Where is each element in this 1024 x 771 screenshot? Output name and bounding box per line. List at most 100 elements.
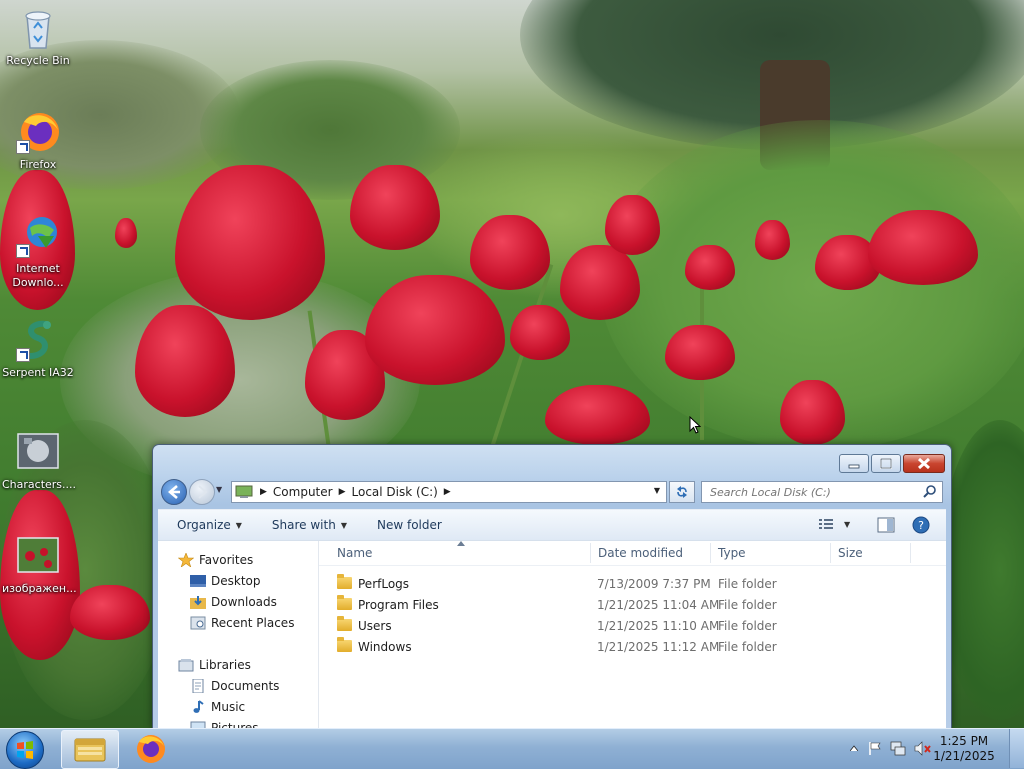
- maximize-button[interactable]: [871, 454, 901, 473]
- desktop-icon-characters[interactable]: Characters....: [2, 430, 77, 492]
- desktop-icon-image-file[interactable]: изображен...: [2, 534, 77, 596]
- desktop-icon-label: изображен...: [2, 582, 77, 595]
- column-divider[interactable]: [590, 543, 591, 563]
- folder-icon: [337, 574, 352, 589]
- file-row[interactable]: Windows 1/21/2025 11:12 AM File folder: [319, 637, 946, 658]
- explorer-content: Favorites Desktop Downloads Recent Place…: [158, 540, 946, 729]
- search-box[interactable]: [701, 481, 943, 503]
- column-header-row: Name Date modified Type Size: [319, 541, 946, 566]
- volume-muted-icon[interactable]: [914, 741, 932, 756]
- file-row[interactable]: Users 1/21/2025 11:10 AM File folder: [319, 616, 946, 637]
- change-view-button[interactable]: ▼: [818, 517, 850, 531]
- column-header-date-modified[interactable]: Date modified: [598, 546, 683, 560]
- forward-arrow-icon: [198, 485, 208, 499]
- desktop-icon-recycle-bin[interactable]: Recycle Bin: [2, 6, 74, 68]
- close-button[interactable]: [903, 454, 945, 473]
- address-dropdown-button[interactable]: ▼: [654, 486, 660, 495]
- recent-pages-dropdown[interactable]: ▼: [216, 485, 222, 494]
- column-header-size[interactable]: Size: [838, 546, 863, 560]
- star-icon: [178, 553, 194, 567]
- column-divider[interactable]: [910, 543, 911, 563]
- clock-date: 1/21/2025: [933, 749, 995, 763]
- nav-item-label: Music: [211, 700, 246, 714]
- restore-icon: [880, 458, 892, 469]
- file-row[interactable]: Program Files 1/21/2025 11:04 AM File fo…: [319, 595, 946, 616]
- file-type: File folder: [718, 619, 777, 633]
- explorer-window[interactable]: ▼ ▶ Computer ▶ Local Disk (C:) ▶ ▼ Organ…: [152, 444, 952, 729]
- breadcrumb-separator: ▶: [443, 487, 451, 497]
- navigation-pane: Favorites Desktop Downloads Recent Place…: [158, 541, 319, 729]
- nav-recent-places[interactable]: Recent Places: [190, 616, 294, 630]
- firefox-icon: [137, 735, 165, 763]
- address-bar[interactable]: ▶ Computer ▶ Local Disk (C:) ▶ ▼: [231, 481, 667, 503]
- nav-favorites-label: Favorites: [199, 553, 254, 567]
- folder-icon: [337, 637, 352, 652]
- organize-label: Organize: [177, 518, 231, 532]
- file-type: File folder: [718, 640, 777, 654]
- organize-button[interactable]: Organize ▼: [177, 518, 242, 532]
- desktop-icon-firefox[interactable]: Firefox: [2, 110, 74, 172]
- nav-item-label: Downloads: [211, 595, 277, 609]
- new-folder-button[interactable]: New folder: [377, 518, 442, 532]
- desktop-icon: [190, 575, 206, 587]
- file-row[interactable]: PerfLogs 7/13/2009 7:37 PM File folder: [319, 574, 946, 595]
- forward-button[interactable]: [189, 479, 215, 505]
- action-center-flag-icon[interactable]: [868, 741, 882, 756]
- search-input[interactable]: [708, 484, 922, 500]
- image-file-icon: [17, 537, 59, 573]
- column-header-name[interactable]: Name: [337, 546, 372, 560]
- music-icon: [193, 700, 204, 713]
- column-divider[interactable]: [830, 543, 831, 563]
- file-name: Users: [358, 619, 392, 633]
- desktop-icon-label: Characters....: [2, 478, 77, 491]
- help-icon[interactable]: ?: [912, 516, 930, 534]
- nav-desktop[interactable]: Desktop: [190, 574, 261, 588]
- start-button[interactable]: [6, 731, 44, 769]
- minimize-icon: [848, 464, 860, 469]
- nav-documents[interactable]: Documents: [190, 679, 279, 693]
- desktop-icon-internet-download-manager[interactable]: Internet Downlo...: [2, 214, 74, 290]
- file-name: PerfLogs: [358, 577, 410, 591]
- share-with-button[interactable]: Share with ▼: [272, 518, 347, 532]
- chevron-down-icon: ▼: [340, 520, 347, 530]
- preview-pane-icon[interactable]: [877, 517, 895, 533]
- shortcut-arrow-icon: [16, 140, 30, 154]
- computer-icon: [235, 485, 253, 498]
- shortcut-arrow-icon: [16, 348, 30, 362]
- nav-downloads[interactable]: Downloads: [190, 595, 277, 609]
- refresh-button[interactable]: [669, 481, 695, 503]
- minimize-button[interactable]: [839, 454, 869, 473]
- nav-music[interactable]: Music: [190, 700, 245, 714]
- file-name: Program Files: [358, 598, 439, 612]
- network-icon[interactable]: [890, 741, 906, 756]
- folder-icon: [337, 595, 352, 610]
- breadcrumb-separator: ▶: [260, 487, 267, 497]
- taskbar-explorer-button[interactable]: [61, 730, 119, 769]
- desktop-icon-label: Serpent IA32: [2, 366, 74, 379]
- taskbar-firefox-button[interactable]: [122, 730, 178, 767]
- desktop-icon-serpent[interactable]: Serpent IA32: [2, 318, 74, 380]
- file-date: 7/13/2009 7:37 PM: [597, 577, 711, 591]
- clock-time: 1:25 PM: [939, 734, 989, 748]
- column-header-type[interactable]: Type: [718, 546, 746, 560]
- back-button[interactable]: [161, 479, 187, 505]
- nav-favorites[interactable]: Favorites: [178, 553, 253, 567]
- nav-libraries[interactable]: Libraries: [178, 658, 251, 672]
- column-divider[interactable]: [710, 543, 711, 563]
- file-date: 1/21/2025 11:12 AM: [597, 640, 720, 654]
- breadcrumb-computer[interactable]: Computer: [273, 485, 333, 499]
- shortcut-arrow-icon: [16, 244, 30, 258]
- desktop-icon-label: Internet Downlo...: [12, 262, 64, 289]
- command-toolbar: Organize ▼ Share with ▼ New folder ▼ ?: [158, 509, 946, 540]
- show-desktop-button[interactable]: [1009, 729, 1024, 768]
- breadcrumb-local-disk[interactable]: Local Disk (C:): [352, 485, 438, 499]
- chevron-down-icon: ▼: [844, 519, 851, 529]
- back-arrow-icon: [168, 485, 180, 499]
- system-clock[interactable]: 1:25 PM 1/21/2025: [932, 734, 996, 764]
- documents-icon: [192, 679, 204, 693]
- chevron-down-icon: ▼: [235, 520, 242, 530]
- show-hidden-icons-icon[interactable]: [850, 745, 858, 751]
- new-folder-label: New folder: [376, 518, 442, 532]
- refresh-icon: [677, 486, 687, 498]
- search-icon[interactable]: [922, 484, 938, 500]
